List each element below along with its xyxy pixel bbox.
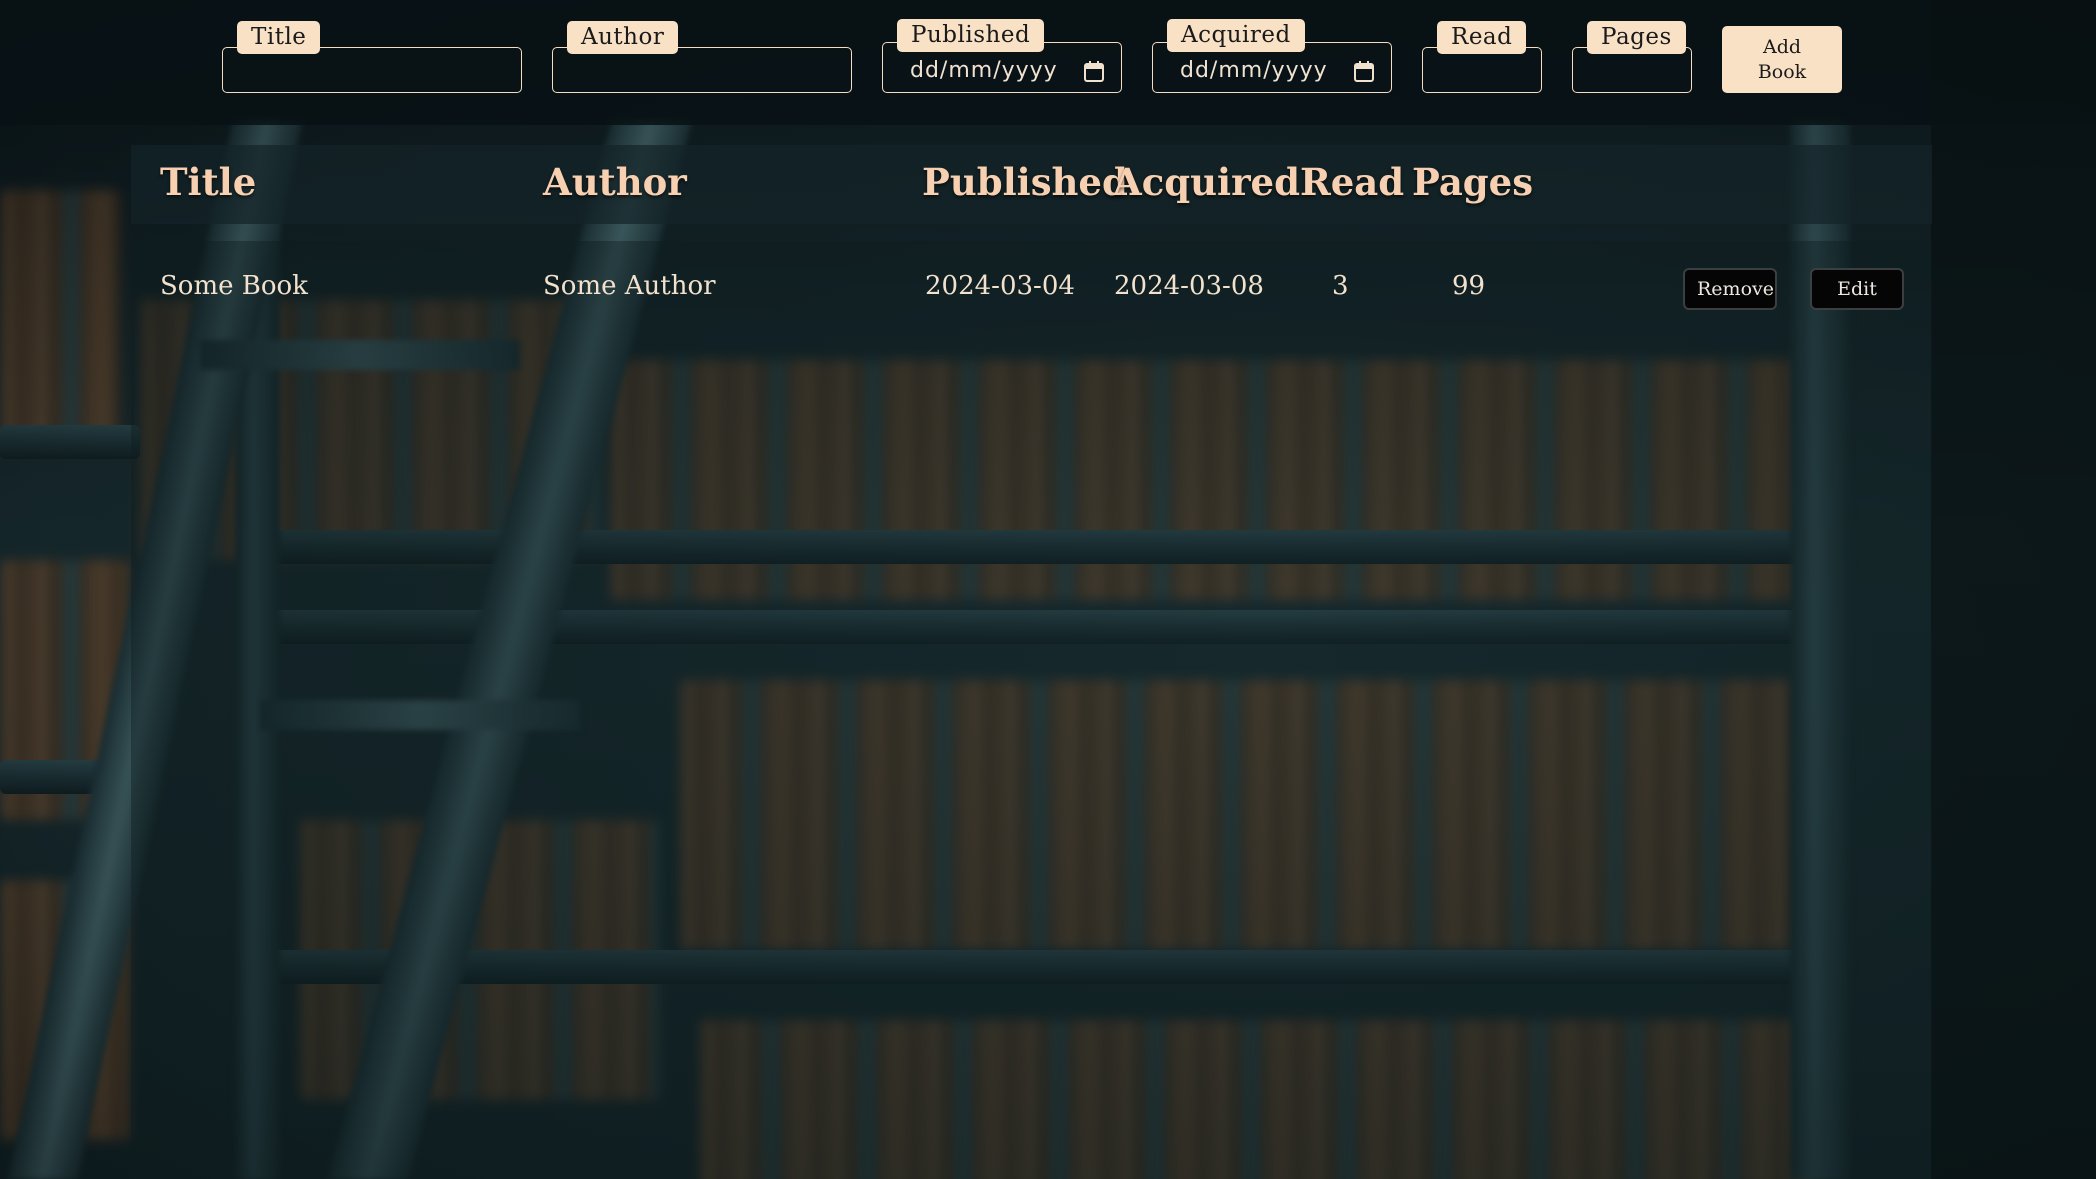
edit-button[interactable]: Edit xyxy=(1810,268,1904,310)
cell-author: Some Author xyxy=(543,271,716,301)
published-field[interactable]: Published dd/mm/yyyy xyxy=(882,19,1122,93)
acquired-field[interactable]: Acquired dd/mm/yyyy xyxy=(1152,19,1392,93)
add-book-form: Title Author Published dd/mm/yyyy Acquir… xyxy=(0,0,2096,125)
read-field-label: Read xyxy=(1437,21,1527,54)
published-field-label: Published xyxy=(897,19,1045,52)
title-field[interactable]: Title xyxy=(222,21,522,93)
header-author: Author xyxy=(543,160,687,204)
calendar-icon[interactable] xyxy=(1084,61,1104,82)
add-book-button-label: Add Book xyxy=(1757,35,1807,83)
cell-read: 3 xyxy=(1332,271,1349,301)
acquired-field-label: Acquired xyxy=(1167,19,1305,52)
add-book-button[interactable]: Add Book xyxy=(1722,26,1842,93)
cell-acquired: 2024-03-08 xyxy=(1114,271,1264,301)
header-pages: Pages xyxy=(1412,160,1534,204)
pages-field[interactable]: Pages xyxy=(1572,21,1692,93)
header-title: Title xyxy=(160,160,257,204)
cell-pages: 99 xyxy=(1452,271,1486,301)
table-body xyxy=(131,241,1932,1179)
pages-field-label: Pages xyxy=(1587,21,1686,54)
books-table: Title Author Published Acquired Read Pag… xyxy=(131,145,1932,1179)
header-acquired: Acquired xyxy=(1113,160,1300,204)
title-field-label: Title xyxy=(237,21,321,54)
published-date-placeholder: dd/mm/yyyy xyxy=(910,58,1058,83)
author-field-label: Author xyxy=(567,21,679,54)
acquired-date-placeholder: dd/mm/yyyy xyxy=(1180,58,1328,83)
cell-title: Some Book xyxy=(160,271,308,301)
header-read: Read xyxy=(1300,160,1405,204)
table-header: Title Author Published Acquired Read Pag… xyxy=(131,145,1932,224)
remove-button[interactable]: Remove xyxy=(1683,268,1777,310)
calendar-icon[interactable] xyxy=(1354,61,1374,82)
header-published: Published xyxy=(922,160,1128,204)
cell-published: 2024-03-04 xyxy=(925,271,1075,301)
read-field[interactable]: Read xyxy=(1422,21,1542,93)
author-field[interactable]: Author xyxy=(552,21,852,93)
